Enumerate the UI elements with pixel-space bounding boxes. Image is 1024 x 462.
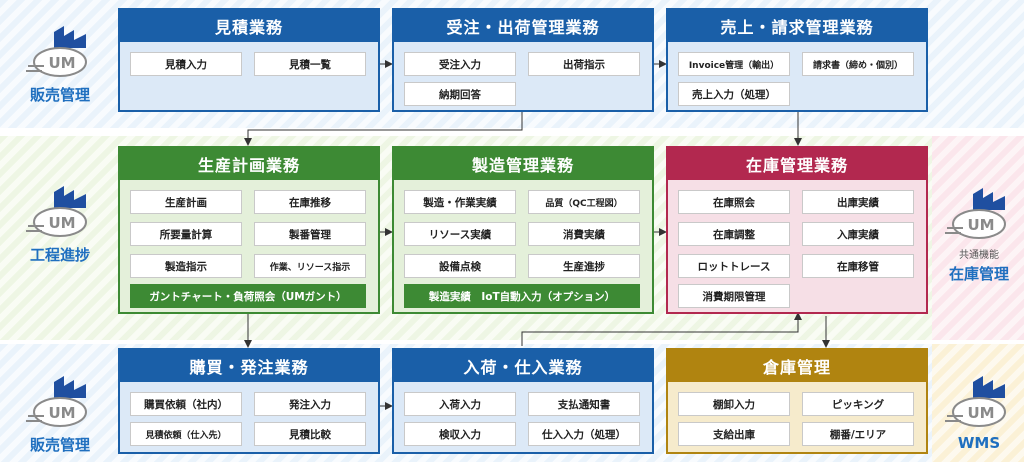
item-seikyusho[interactable]: 請求書（締め・個別） <box>802 52 914 76</box>
box-title: 受注・出荷管理業務 <box>394 10 652 42</box>
box-konyu: 購買・発注業務 購買依頼（社内） 発注入力 見積依頼（仕入先） 見積比較 <box>118 348 380 454</box>
bar-iot[interactable]: 製造実績 IoT自動入力（オプション） <box>404 284 640 308</box>
box-title: 売上・請求管理業務 <box>668 10 926 42</box>
item-konyu-irai[interactable]: 購買依頼（社内） <box>130 392 242 416</box>
item-seizo-shiji[interactable]: 製造指示 <box>130 254 242 278</box>
box-soko: 倉庫管理 棚卸入力 ピッキング 支給出庫 棚番/エリア <box>666 348 928 454</box>
item-shikyu-shukko[interactable]: 支給出庫 <box>678 422 790 446</box>
item-shoyoryo[interactable]: 所要量計算 <box>130 222 242 246</box>
box-title: 製造管理業務 <box>394 148 652 180</box>
box-seisan: 生産計画業務 生産計画 在庫推移 所要量計算 製番管理 製造指示 作業、リソース… <box>118 146 380 314</box>
factory-cloud-icon: UM <box>26 22 87 77</box>
item-zaiko-ikan[interactable]: 在庫移管 <box>802 254 914 278</box>
item-mitsumori-input[interactable]: 見積入力 <box>130 52 242 76</box>
factory-cloud-icon: UM <box>945 184 1006 239</box>
item-mitsumori-irai[interactable]: 見積依頼（仕入先） <box>130 422 242 446</box>
item-uriage-input[interactable]: 売上入力（処理） <box>678 82 790 106</box>
side-process: UM 工程進捗 <box>18 178 102 265</box>
item-resource-jisseki[interactable]: リソース実績 <box>404 222 516 246</box>
item-mitsumori-hikaku[interactable]: 見積比較 <box>254 422 366 446</box>
box-zaiko: 在庫管理業務 在庫照会 出庫実績 在庫調整 入庫実績 ロットトレース 在庫移管 … <box>666 146 928 314</box>
side-inventory: UM 共通機能 在庫管理 <box>936 180 1022 284</box>
item-invoice[interactable]: Invoice管理（輸出） <box>678 52 790 76</box>
side-label-process: 工程進捗 <box>29 246 90 264</box>
box-title: 在庫管理業務 <box>668 148 926 180</box>
item-shohi-jisseki[interactable]: 消費実績 <box>528 222 640 246</box>
item-zaiko-chosei[interactable]: 在庫調整 <box>678 222 790 246</box>
item-nyuko-jisseki[interactable]: 入庫実績 <box>802 222 914 246</box>
side-label-wms: WMS <box>957 434 1001 452</box>
box-juchu: 受注・出荷管理業務 受注入力 出荷指示 納期回答 <box>392 8 654 112</box>
factory-cloud-icon: UM <box>945 372 1006 427</box>
item-sagyo-resource[interactable]: 作業、リソース指示 <box>254 254 366 278</box>
side-label-sales-bottom: 販売管理 <box>29 436 90 454</box>
box-title: 見積業務 <box>120 10 378 42</box>
item-seizo-jisseki[interactable]: 製造・作業実績 <box>404 190 516 214</box>
item-lot-trace[interactable]: ロットトレース <box>678 254 790 278</box>
item-shohi-kigen[interactable]: 消費期限管理 <box>678 284 790 308</box>
item-tanaban[interactable]: 棚番/エリア <box>802 422 914 446</box>
logo-text: UM <box>967 216 994 234</box>
box-mitsumori: 見積業務 見積入力 見積一覧 <box>118 8 380 112</box>
item-hachu-input[interactable]: 発注入力 <box>254 392 366 416</box>
item-shiire-input[interactable]: 仕入入力（処理） <box>528 422 640 446</box>
item-zaiko-suii[interactable]: 在庫推移 <box>254 190 366 214</box>
item-picking[interactable]: ピッキング <box>802 392 914 416</box>
box-title: 生産計画業務 <box>120 148 378 180</box>
bar-gantt[interactable]: ガントチャート・負荷照会（UMガント） <box>130 284 366 308</box>
factory-cloud-icon: UM <box>26 372 87 427</box>
logo-text: UM <box>48 214 75 232</box>
box-nyuka: 入荷・仕入業務 入荷入力 支払通知書 検収入力 仕入入力（処理） <box>392 348 654 454</box>
item-kenshu-input[interactable]: 検収入力 <box>404 422 516 446</box>
item-hinshitsu[interactable]: 品質（QC工程図） <box>528 190 640 214</box>
side-wms: UM WMS <box>936 368 1022 452</box>
item-tanaoroshi[interactable]: 棚卸入力 <box>678 392 790 416</box>
logo-text: UM <box>48 54 75 72</box>
side-label-sales-top: 販売管理 <box>29 86 90 104</box>
side-sublabel-common: 共通機能 <box>959 250 999 261</box>
item-setsubi-tenken[interactable]: 設備点検 <box>404 254 516 278</box>
box-seizo: 製造管理業務 製造・作業実績 品質（QC工程図） リソース実績 消費実績 設備点… <box>392 146 654 314</box>
item-shukka-shiji[interactable]: 出荷指示 <box>528 52 640 76</box>
side-label-inventory: 在庫管理 <box>948 265 1009 283</box>
item-noki-kaito[interactable]: 納期回答 <box>404 82 516 106</box>
item-nyuka-input[interactable]: 入荷入力 <box>404 392 516 416</box>
item-mitsumori-list[interactable]: 見積一覧 <box>254 52 366 76</box>
side-sales-top: UM 販売管理 <box>18 18 102 105</box>
item-seisan-shinchoku[interactable]: 生産進捗 <box>528 254 640 278</box>
side-sales-bottom: UM 販売管理 <box>18 368 102 455</box>
item-seiban[interactable]: 製番管理 <box>254 222 366 246</box>
item-shiharai-tsuchi[interactable]: 支払通知書 <box>528 392 640 416</box>
box-title: 倉庫管理 <box>668 350 926 382</box>
item-seisan-keikaku[interactable]: 生産計画 <box>130 190 242 214</box>
logo-text: UM <box>48 404 75 422</box>
item-zaiko-shokai[interactable]: 在庫照会 <box>678 190 790 214</box>
box-uriage: 売上・請求管理業務 Invoice管理（輸出） 請求書（締め・個別） 売上入力（… <box>666 8 928 112</box>
box-title: 入荷・仕入業務 <box>394 350 652 382</box>
box-title: 購買・発注業務 <box>120 350 378 382</box>
item-shukko-jisseki[interactable]: 出庫実績 <box>802 190 914 214</box>
item-juchu-input[interactable]: 受注入力 <box>404 52 516 76</box>
factory-cloud-icon: UM <box>26 182 87 237</box>
logo-text: UM <box>967 404 994 422</box>
